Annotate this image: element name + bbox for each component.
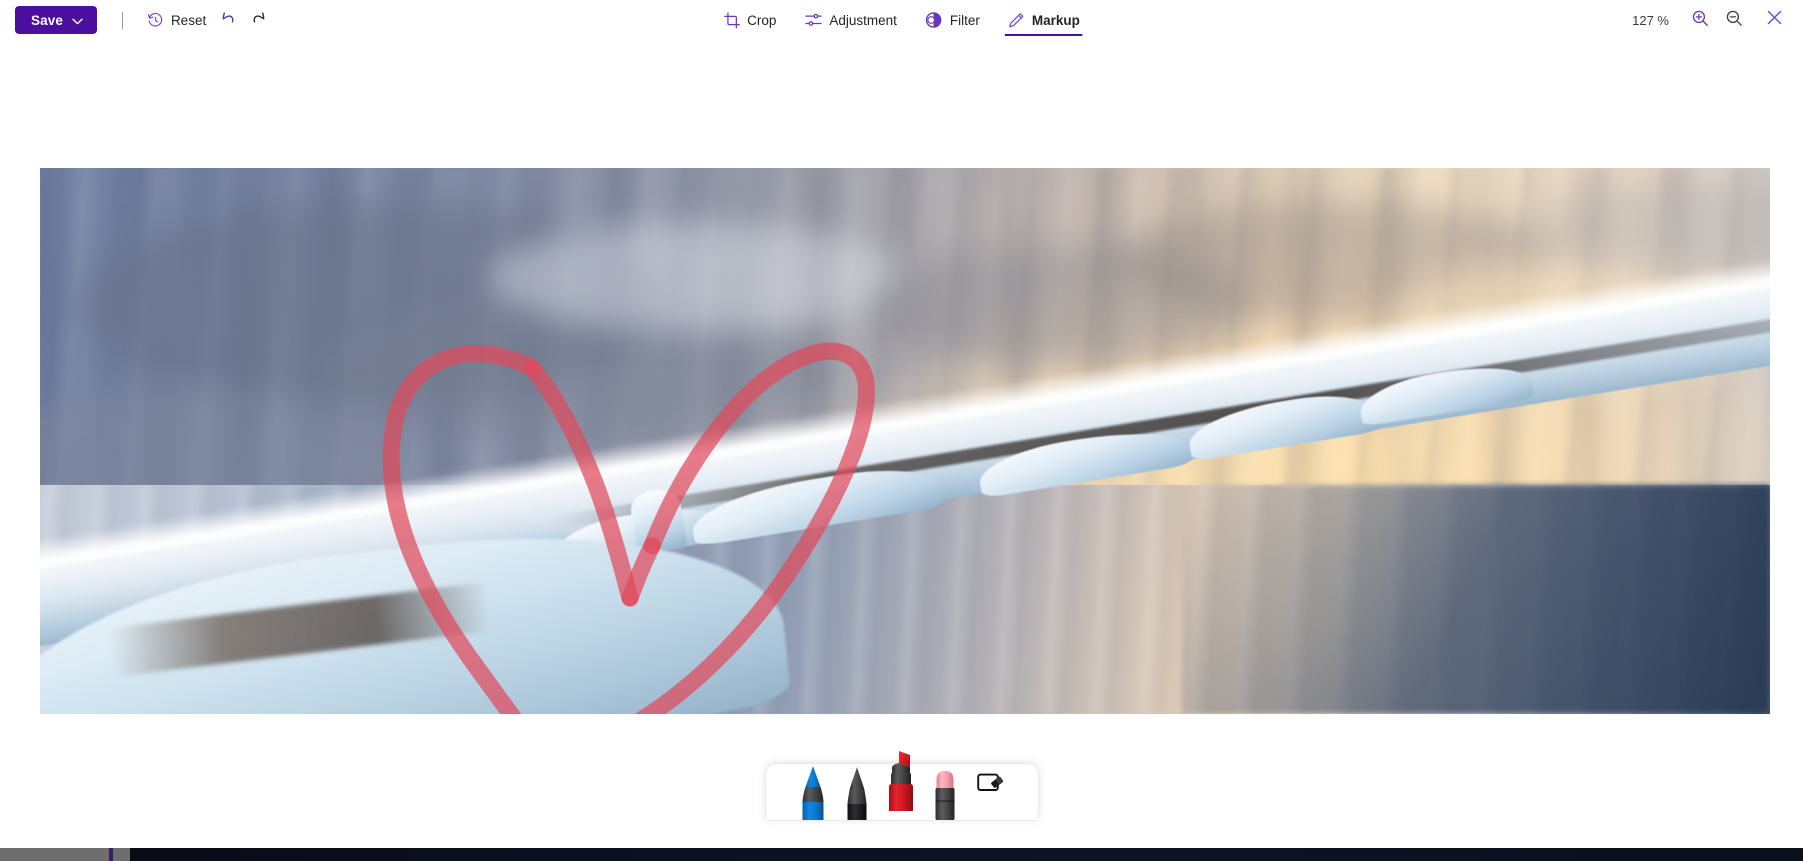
close-x-icon [1766,9,1783,31]
save-button-label: Save [31,12,63,28]
redo-button[interactable] [243,5,273,35]
markup-pen-tray [765,751,1038,820]
highlighter-tool[interactable] [879,751,923,820]
zoom-level-label: 127 % [1632,12,1669,28]
tab-crop-label: Crop [747,12,777,28]
editor-canvas-area [0,40,1803,820]
filter-circle-icon [925,11,943,29]
toolbar-left-group: Save Reset [0,5,273,35]
ballpoint-pen-icon [802,766,823,820]
pencil-icon [847,767,866,820]
sliders-icon [804,11,822,29]
toolbar-divider [121,11,123,29]
history-clock-icon [147,12,164,29]
undo-arrow-icon [219,8,238,32]
redo-arrow-icon [249,8,268,32]
scrollbar-marker [109,848,113,861]
tab-filter-label: Filter [949,12,980,28]
photo-canvas[interactable] [40,168,1770,714]
eraser-icon [935,771,954,820]
tab-adjustment[interactable]: Adjustment [800,0,901,40]
magnifier-plus-icon [1691,9,1709,32]
crop-icon [723,12,740,29]
tab-filter[interactable]: Filter [921,0,984,40]
tab-adjustment-label: Adjustment [829,12,897,28]
zoom-in-button[interactable] [1685,5,1715,35]
highlighter-icon [888,751,913,811]
windows-taskbar[interactable] [0,848,1803,861]
editor-toolbar: Save Reset Crop Adjustment Filter Markup… [0,0,1803,40]
save-button[interactable]: Save [15,6,97,34]
pencil-tool[interactable] [835,764,879,820]
erase-all-button[interactable] [967,764,1013,820]
ballpoint-pen-tool[interactable] [791,764,835,820]
tab-markup[interactable]: Markup [1004,0,1084,40]
chevron-down-icon [72,13,83,28]
undo-button[interactable] [213,5,243,35]
pen-icon [1008,12,1025,29]
tab-markup-label: Markup [1031,12,1080,28]
tab-crop[interactable]: Crop [719,0,780,40]
magnifier-minus-icon [1725,9,1743,32]
close-button[interactable] [1759,5,1789,35]
reset-label: Reset [170,12,207,28]
erase-all-icon [976,773,1003,791]
eraser-tool[interactable] [923,764,967,820]
view-controls: 127 % [1632,5,1789,35]
zoom-out-button[interactable] [1719,5,1749,35]
reset-button[interactable]: Reset [140,5,213,35]
editor-mode-tabs: Crop Adjustment Filter Markup [719,0,1084,40]
